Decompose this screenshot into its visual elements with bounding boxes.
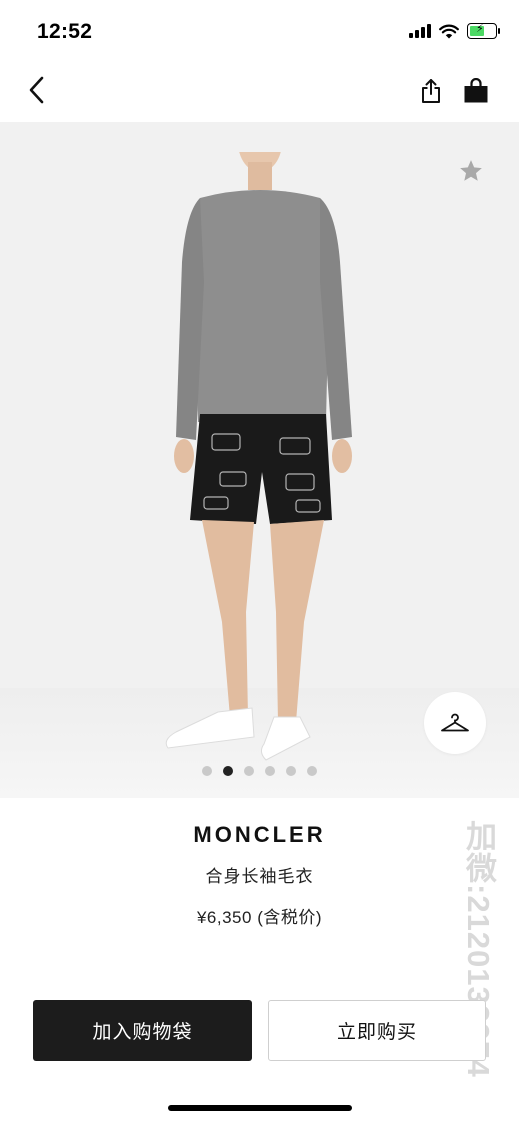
chevron-left-icon xyxy=(29,76,44,104)
product-image[interactable] xyxy=(0,122,519,798)
pagination-dot[interactable] xyxy=(223,766,233,776)
product-price: ¥6,350 (含税价) xyxy=(196,908,323,927)
product-name: 合身长袖毛衣 xyxy=(205,867,314,886)
back-button[interactable] xyxy=(18,72,54,108)
buy-now-button[interactable]: 立即购买 xyxy=(268,1000,486,1061)
brand-name[interactable]: MONCLER xyxy=(0,822,519,848)
try-on-button[interactable] xyxy=(424,692,486,754)
wifi-icon xyxy=(439,24,459,38)
nav-bar xyxy=(0,62,519,120)
model-photo xyxy=(165,152,352,761)
pagination-dot[interactable] xyxy=(307,766,317,776)
status-icons: ⚡ xyxy=(409,21,500,41)
gallery-pagination xyxy=(0,766,519,776)
shopping-bag-button[interactable] xyxy=(459,74,493,108)
add-to-bag-button[interactable]: 加入购物袋 xyxy=(33,1000,252,1061)
share-button[interactable] xyxy=(415,74,447,108)
shopping-bag-icon xyxy=(464,78,488,103)
home-indicator[interactable] xyxy=(168,1105,352,1111)
share-icon xyxy=(422,79,440,103)
battery-charging-icon: ⚡ xyxy=(467,23,500,39)
pagination-dot[interactable] xyxy=(202,766,212,776)
status-bar: 12:52 ⚡ xyxy=(0,0,519,60)
pagination-dot[interactable] xyxy=(286,766,296,776)
favorite-button[interactable] xyxy=(456,156,486,186)
star-icon xyxy=(460,160,482,181)
pagination-dot[interactable] xyxy=(244,766,254,776)
signal-icon xyxy=(409,24,431,38)
status-time: 12:52 xyxy=(37,20,93,43)
hanger-icon xyxy=(441,713,469,732)
pagination-dot[interactable] xyxy=(265,766,275,776)
